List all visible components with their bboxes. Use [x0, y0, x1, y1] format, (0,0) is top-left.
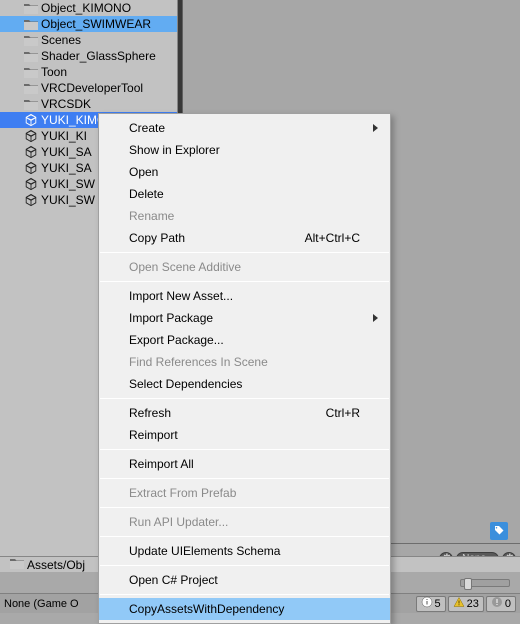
menu-item[interactable]: CopyAssetsWithDependency — [99, 598, 390, 620]
warn-icon — [453, 596, 465, 611]
unity-scene-icon — [24, 162, 38, 174]
menu-separator — [100, 252, 389, 253]
tree-item-label: Scenes — [41, 32, 81, 48]
tree-item-label: Object_KIMONO — [41, 0, 131, 16]
unity-scene-icon — [24, 178, 38, 190]
menu-shortcut: Ctrl+R — [326, 402, 360, 424]
menu-item: Run API Updater... — [99, 511, 390, 533]
menu-item[interactable]: Import Package — [99, 307, 390, 329]
menu-item[interactable]: Copy PathAlt+Ctrl+C — [99, 227, 390, 249]
context-menu[interactable]: CreateShow in ExplorerOpenDeleteRenameCo… — [98, 113, 391, 624]
tree-item[interactable]: VRCDeveloperTool — [0, 80, 177, 96]
menu-item[interactable]: RefreshCtrl+R — [99, 402, 390, 424]
tree-item[interactable]: Shader_GlassSphere — [0, 48, 177, 64]
status-pill-warn[interactable]: 23 — [448, 596, 484, 612]
zoom-slider[interactable] — [460, 576, 510, 590]
menu-shortcut: Alt+Ctrl+C — [305, 227, 360, 249]
tree-item[interactable]: Object_KIMONO — [0, 0, 177, 16]
folder-icon — [24, 2, 38, 14]
status-pill-info[interactable]: 5 — [416, 596, 446, 612]
tree-item-label: VRCSDK — [41, 96, 91, 112]
menu-separator — [100, 478, 389, 479]
tree-item-label: Toon — [41, 64, 67, 80]
menu-item[interactable]: Open — [99, 161, 390, 183]
chevron-right-icon — [373, 124, 378, 132]
tree-item[interactable]: Scenes — [0, 32, 177, 48]
folder-icon — [24, 34, 38, 46]
menu-separator — [100, 536, 389, 537]
tree-item[interactable]: Object_SWIMWEAR — [0, 16, 177, 32]
menu-separator — [100, 594, 389, 595]
folder-icon — [24, 98, 38, 110]
menu-item[interactable]: Update UIElements Schema — [99, 540, 390, 562]
menu-separator — [100, 565, 389, 566]
menu-item[interactable]: Reimport — [99, 424, 390, 446]
chevron-right-icon — [373, 314, 378, 322]
tree-item-label: YUKI_SA — [41, 160, 92, 176]
status-pill-err[interactable]: 0 — [486, 596, 516, 612]
tree-item-label: VRCDeveloperTool — [41, 80, 143, 96]
folder-icon — [24, 50, 38, 62]
folder-icon — [24, 82, 38, 94]
menu-item[interactable]: Open C# Project — [99, 569, 390, 591]
status-count: 5 — [435, 598, 441, 610]
breadcrumb-text: Assets/Obj — [27, 558, 85, 572]
folder-icon — [10, 558, 24, 572]
tree-item-label: YUKI_SW — [41, 192, 95, 208]
tree-item-label: Object_SWIMWEAR — [41, 16, 151, 32]
unity-scene-icon — [24, 194, 38, 206]
info-icon — [421, 596, 433, 611]
menu-item: Find References In Scene — [99, 351, 390, 373]
err-icon — [491, 596, 503, 611]
tree-item-label: YUKI_KI — [41, 128, 87, 144]
menu-item[interactable]: Select Dependencies — [99, 373, 390, 395]
tree-item-label: Shader_GlassSphere — [41, 48, 156, 64]
status-pills: 5 23 0 — [416, 596, 520, 612]
tree-item[interactable]: VRCSDK — [0, 96, 177, 112]
menu-item: Rename — [99, 205, 390, 227]
menu-separator — [100, 398, 389, 399]
tree-item[interactable]: Toon — [0, 64, 177, 80]
folder-icon — [24, 18, 38, 30]
tree-item-label: YUKI_SA — [41, 144, 92, 160]
status-count: 0 — [505, 598, 511, 610]
menu-item[interactable]: Create — [99, 117, 390, 139]
unity-scene-icon — [24, 146, 38, 158]
menu-item[interactable]: Reimport All — [99, 453, 390, 475]
menu-item[interactable]: Export Package... — [99, 329, 390, 351]
tree-item-label: YUKI_SW — [41, 176, 95, 192]
menu-item: Extract From Prefab — [99, 482, 390, 504]
folder-icon — [24, 66, 38, 78]
menu-item: Open Scene Additive — [99, 256, 390, 278]
menu-separator — [100, 507, 389, 508]
menu-item[interactable]: Show in Explorer — [99, 139, 390, 161]
menu-separator — [100, 449, 389, 450]
menu-separator — [100, 281, 389, 282]
unity-scene-icon — [24, 114, 38, 126]
tag-icon[interactable] — [490, 522, 508, 540]
menu-item[interactable]: Delete — [99, 183, 390, 205]
unity-scene-icon — [24, 130, 38, 142]
status-count: 23 — [467, 598, 479, 610]
menu-item[interactable]: Import New Asset... — [99, 285, 390, 307]
